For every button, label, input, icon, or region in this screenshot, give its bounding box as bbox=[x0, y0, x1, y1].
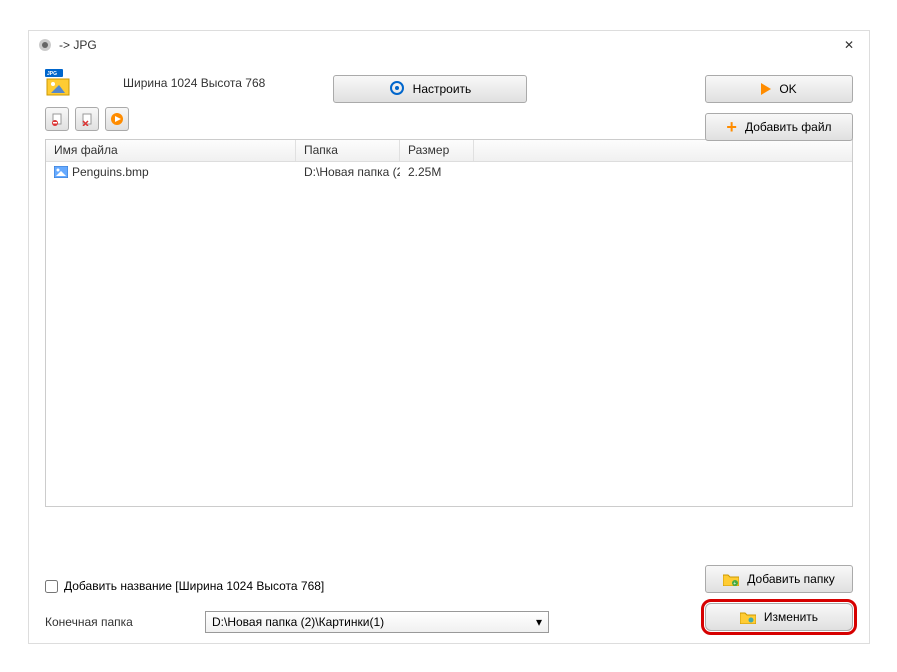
gear-icon bbox=[389, 80, 405, 99]
folder-change-icon bbox=[740, 611, 756, 624]
remove-item-button[interactable] bbox=[45, 107, 69, 131]
column-header-size[interactable]: Размер bbox=[400, 140, 474, 161]
file-table: Имя файла Папка Размер Penguins.bmp D:\Н… bbox=[45, 139, 853, 507]
column-header-spacer bbox=[474, 140, 852, 161]
destination-dropdown[interactable]: D:\Новая папка (2)\Картинки(1) ▾ bbox=[205, 611, 549, 633]
titlebar: -> JPG ✕ bbox=[29, 31, 869, 59]
svg-text:JPG: JPG bbox=[47, 71, 57, 77]
ok-button[interactable]: OK bbox=[705, 75, 853, 103]
column-header-name[interactable]: Имя файла bbox=[46, 140, 296, 161]
change-button-label: Изменить bbox=[764, 610, 818, 624]
window-title: -> JPG bbox=[59, 38, 837, 52]
settings-button-label: Настроить bbox=[413, 82, 472, 96]
ok-button-label: OK bbox=[779, 82, 796, 96]
file-size-cell: 2.25M bbox=[400, 163, 474, 181]
arrow-right-icon bbox=[761, 83, 771, 95]
file-folder-cell: D:\Новая папка (2) bbox=[296, 163, 400, 181]
play-button[interactable] bbox=[105, 107, 129, 131]
dimensions-label: Ширина 1024 Высота 768 bbox=[123, 76, 265, 90]
add-title-label: Добавить название [Ширина 1024 Высота 76… bbox=[64, 579, 324, 593]
add-folder-button[interactable]: + Добавить папку bbox=[705, 565, 853, 593]
plus-icon: + bbox=[726, 117, 737, 138]
table-body[interactable]: Penguins.bmp D:\Новая папка (2) 2.25M bbox=[46, 162, 852, 506]
svg-text:+: + bbox=[733, 581, 736, 586]
add-folder-button-label: Добавить папку bbox=[747, 572, 834, 586]
chevron-down-icon: ▾ bbox=[536, 615, 542, 629]
add-file-button-label: Добавить файл bbox=[745, 120, 832, 134]
add-title-checkbox[interactable] bbox=[45, 580, 58, 593]
table-header: Имя файла Папка Размер bbox=[46, 140, 852, 162]
file-name-cell: Penguins.bmp bbox=[72, 165, 149, 179]
destination-value: D:\Новая папка (2)\Картинки(1) bbox=[212, 615, 384, 629]
settings-button[interactable]: Настроить bbox=[333, 75, 527, 103]
folder-add-icon: + bbox=[723, 573, 739, 586]
clear-list-button[interactable] bbox=[75, 107, 99, 131]
dialog-window: -> JPG ✕ JPG Ширина 1024 Высота 768 Наст… bbox=[28, 30, 870, 644]
column-header-folder[interactable]: Папка bbox=[296, 140, 400, 161]
image-file-icon bbox=[54, 166, 68, 178]
add-file-button[interactable]: + Добавить файл bbox=[705, 113, 853, 141]
change-button[interactable]: Изменить bbox=[705, 603, 853, 631]
destination-label: Конечная папка bbox=[45, 615, 193, 629]
close-button[interactable]: ✕ bbox=[837, 33, 861, 57]
app-icon bbox=[37, 37, 53, 53]
jpg-format-icon: JPG bbox=[45, 69, 73, 97]
table-row[interactable]: Penguins.bmp D:\Новая папка (2) 2.25M bbox=[46, 162, 852, 182]
